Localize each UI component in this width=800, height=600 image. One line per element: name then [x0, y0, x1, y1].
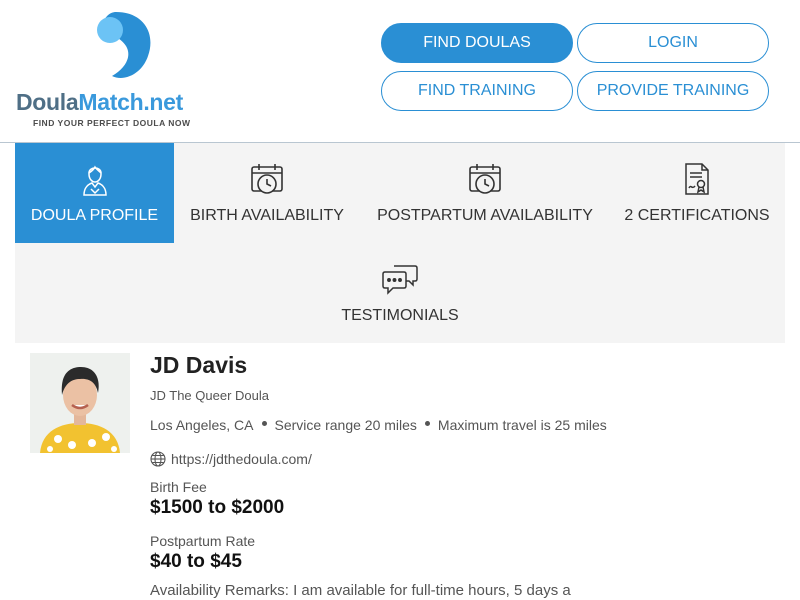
location-info: Los Angeles, CA Service range 20 miles M…	[150, 417, 607, 433]
birth-fee-value: $1500 to $2000	[150, 497, 285, 518]
droplet-logo-icon	[97, 12, 151, 78]
find-doulas-button[interactable]: FIND DOULAS	[381, 23, 573, 63]
location: Los Angeles, CA	[150, 417, 254, 433]
postpartum-rate-value: $40 to $45	[150, 551, 242, 572]
tab-doula-profile[interactable]: DOULA PROFILE	[15, 143, 174, 243]
tab-label: BIRTH AVAILABILITY	[190, 207, 344, 224]
calendar-clock-icon	[249, 161, 285, 197]
tab-testimonials[interactable]: TESTIMONIALS	[324, 243, 476, 343]
max-travel: Maximum travel is 25 miles	[437, 417, 607, 433]
tab-label: TESTIMONIALS	[341, 307, 459, 324]
website-url[interactable]: https://jdthedoula.com/	[171, 451, 312, 467]
find-training-button[interactable]: FIND TRAINING	[381, 71, 573, 111]
tab-label: POSTPARTUM AVAILABILITY	[377, 207, 593, 224]
birth-fee-label: Birth Fee	[150, 479, 207, 495]
availability-remarks: Availability Remarks: I am available for…	[150, 582, 571, 599]
website-link[interactable]: https://jdthedoula.com/	[150, 451, 312, 467]
login-button[interactable]: LOGIN	[577, 23, 769, 63]
logo-tagline: FIND YOUR PERFECT DOULA NOW	[33, 118, 191, 128]
tab-postpartum-availability[interactable]: POSTPARTUM AVAILABILITY	[371, 143, 599, 243]
separator-dot	[424, 420, 430, 426]
doula-tagline: JD The Queer Doula	[150, 388, 269, 403]
doula-person-icon	[77, 161, 113, 197]
tab-label: 2 CERTIFICATIONS	[624, 207, 770, 224]
postpartum-rate-label: Postpartum Rate	[150, 533, 256, 549]
site-header: DoulaMatch.net FIND YOUR PERFECT DOULA N…	[0, 0, 800, 143]
provide-training-button[interactable]: PROVIDE TRAINING	[577, 71, 769, 111]
profile-tabs: DOULA PROFILE BIRTH AVAILABILITY POSTPAR	[15, 143, 785, 343]
doula-name: JD Davis	[150, 352, 248, 378]
logo-wordmark: DoulaMatch.net	[16, 89, 184, 115]
doula-photo	[30, 353, 130, 453]
tab-certifications[interactable]: 2 CERTIFICATIONS	[617, 143, 777, 243]
certificate-icon	[679, 161, 715, 197]
tab-label: DOULA PROFILE	[30, 207, 159, 224]
tab-birth-availability[interactable]: BIRTH AVAILABILITY	[181, 143, 353, 243]
globe-icon	[150, 451, 166, 467]
separator-dot	[261, 420, 267, 426]
chat-bubbles-icon	[382, 261, 418, 297]
service-range: Service range 20 miles	[274, 417, 417, 433]
calendar-clock-icon	[467, 161, 503, 197]
site-logo[interactable]: DoulaMatch.net FIND YOUR PERFECT DOULA N…	[16, 12, 216, 132]
